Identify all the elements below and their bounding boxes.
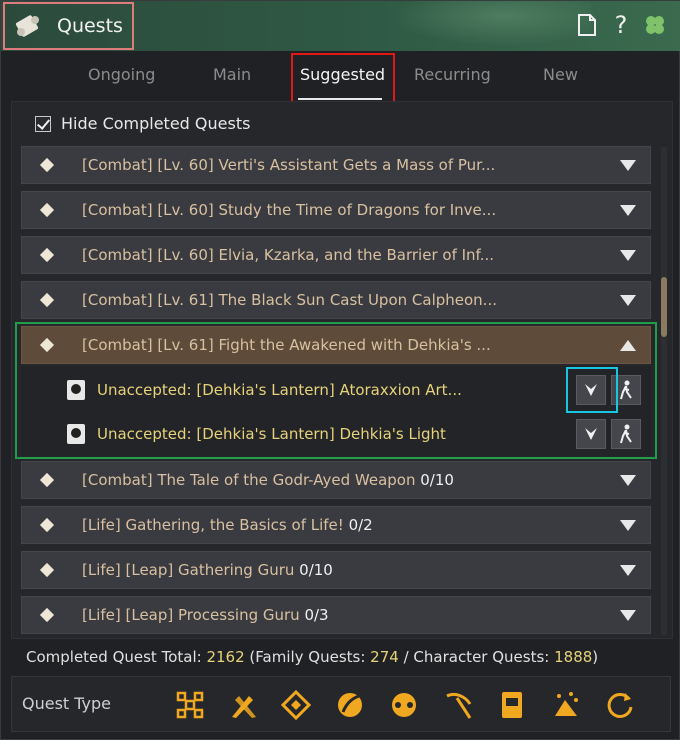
leaf-decoration [371,1,591,51]
diamond-icon [39,517,55,533]
diamond-icon [39,247,55,263]
chevron-down-icon[interactable] [620,205,636,216]
help-icon[interactable]: ? [607,11,635,39]
tab-main[interactable]: Main [213,65,251,84]
all-types-icon[interactable] [174,689,206,721]
pickaxe-icon[interactable] [442,689,474,721]
quest-row[interactable]: [Combat] [Lv. 60] Verti's Assistant Gets… [21,146,651,184]
quest-title: [Combat] [Lv. 60] Study the Time of Drag… [82,201,497,219]
character-count: 1888 [554,648,593,666]
party-icon[interactable] [550,689,582,721]
diamond-icon [39,202,55,218]
document-icon[interactable] [573,11,601,39]
quest-type-label: Quest Type [22,694,112,713]
chevron-down-icon[interactable] [620,565,636,576]
diamond-icon [39,607,55,623]
navigation-icon[interactable] [280,689,312,721]
quest-row[interactable]: [Life] Gathering, the Basics of Life! 0/… [21,506,651,544]
hide-completed-toggle[interactable]: Hide Completed Quests [35,114,250,133]
quest-tabs: Ongoing Main Suggested Recurring New [1,53,680,119]
tab-recurring[interactable]: Recurring [414,65,491,84]
quest-title: [Combat] [Lv. 60] Verti's Assistant Gets… [82,156,496,174]
quest-row[interactable]: [Combat] [Lv. 60] Study the Time of Drag… [21,191,651,229]
quest-type-bar: Quest Type [11,676,671,732]
combat-icon[interactable] [228,689,260,721]
quest-title: [Life] [Leap] Gathering Guru 0/10 [82,561,333,579]
clover-icon[interactable] [641,11,669,39]
window-title: Quests [57,15,123,37]
quest-progress: 0/2 [348,516,373,534]
quest-progress: 0/10 [299,561,333,579]
diamond-icon [39,157,55,173]
tab-new[interactable]: New [543,65,578,84]
quest-row[interactable]: [Combat] [Lv. 61] The Black Sun Cast Upo… [21,281,651,319]
completed-quest-totals: Completed Quest Total: 2162 (Family Ques… [26,648,598,666]
quest-progress: 0/3 [304,606,329,624]
chevron-down-icon[interactable] [620,610,636,621]
quest-title: [Combat] [Lv. 61] The Black Sun Cast Upo… [82,291,497,309]
tab-ongoing[interactable]: Ongoing [88,65,155,84]
scroll-icon [13,11,43,41]
quest-title: [Life] Gathering, the Basics of Life! 0/… [82,516,373,534]
chevron-down-icon[interactable] [620,520,636,531]
family-label: (Family Quests: [244,648,371,666]
totals-label: Completed Quest Total: [26,648,207,666]
expanded-quest-highlight [15,322,657,459]
diamond-icon [39,562,55,578]
trade-icon[interactable] [388,689,420,721]
quest-window: Quests ? Ongoing Main Suggested Recurrin… [0,0,680,740]
quest-row[interactable]: [Life] [Leap] Gathering Guru 0/10 [21,551,651,589]
leaf-life-icon[interactable] [334,689,366,721]
quest-progress: 0/10 [420,471,454,489]
chevron-down-icon[interactable] [620,160,636,171]
hide-completed-label: Hide Completed Quests [61,114,251,133]
refresh-icon[interactable] [604,689,636,721]
quest-row[interactable]: [Life] [Leap] Processing Guru 0/3 [21,596,651,634]
chevron-down-icon[interactable] [620,475,636,486]
book-icon[interactable] [496,689,528,721]
total-count: 2162 [206,648,245,666]
quest-title: [Life] [Leap] Processing Guru 0/3 [82,606,329,624]
quest-list-scrollbar[interactable] [661,147,667,635]
totals-separator: / [398,648,414,666]
quest-title: [Combat] [Lv. 60] Elvia, Kzarka, and the… [82,246,495,264]
family-count: 274 [370,648,399,666]
chevron-down-icon[interactable] [620,295,636,306]
chevron-down-icon[interactable] [620,250,636,261]
quest-row[interactable]: [Combat] [Lv. 60] Elvia, Kzarka, and the… [21,236,651,274]
quest-title: [Combat] The Tale of the Godr-Ayed Weapo… [82,471,454,489]
quest-row[interactable]: [Combat] The Tale of the Godr-Ayed Weapo… [21,461,651,499]
title-highlight: Quests [3,2,134,50]
title-bar[interactable]: Quests ? [1,1,680,51]
totals-close: ) [592,648,599,666]
diamond-icon [39,472,55,488]
character-label: Character Quests: [413,648,555,666]
scrollbar-thumb[interactable] [661,277,667,337]
navigate-button-highlight [566,367,618,413]
hide-completed-checkbox[interactable] [35,115,51,132]
diamond-icon [39,292,55,308]
